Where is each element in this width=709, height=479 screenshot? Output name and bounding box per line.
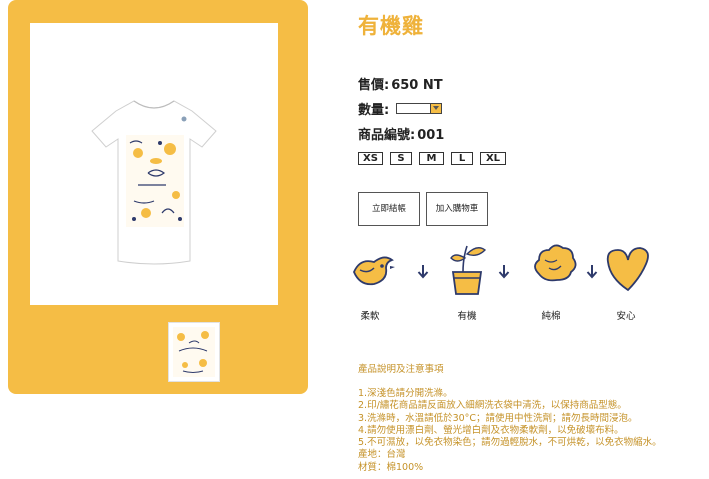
feature-label: 柔軟 [360,311,380,322]
feature-cotton: 純棉 [521,238,581,328]
quantity-select[interactable] [396,103,442,114]
arrow-down-icon [498,265,510,279]
buy-now-button[interactable]: 立即結帳 [358,192,420,226]
chevron-down-icon[interactable] [430,104,441,113]
quantity-row: 數量: [358,99,389,118]
feature-soft: 柔軟 [340,238,400,328]
size-option-m[interactable]: M [419,152,444,165]
feature-safe: 安心 [596,238,656,328]
price-value: 650 NT [391,78,443,93]
feature-organic: 有機 [437,238,497,328]
feature-label: 純棉 [541,311,561,322]
quantity-label: 數量: [358,103,390,118]
product-code-row: 商品編號: 001 [358,124,444,143]
product-code-label: 商品編號: [358,128,416,143]
chick-icon [353,256,395,286]
description-line: 5.不可濕放，以免衣物染色；請勿過輕脫水，不可烘乾，以免衣物縮水。 [358,437,662,449]
product-main-image[interactable] [30,23,278,305]
feature-label: 安心 [616,311,636,322]
thumbnail-image[interactable] [168,322,220,382]
arrow-down-icon [417,265,429,279]
size-option-xs[interactable]: XS [358,152,383,165]
size-selector: XS S M L XL [358,152,506,165]
price-row: 售價: 650 NT [358,74,443,93]
size-option-s[interactable]: S [390,152,412,165]
feature-label: 有機 [457,311,477,322]
price-label: 售價: [358,78,390,93]
add-to-cart-button[interactable]: 加入購物車 [426,192,488,226]
description-text: 1.深淺色請分開洗滌。 2.印/繡花商品請反面放入細網洗衣袋中清洗，以保持商品型… [358,388,662,474]
size-option-l[interactable]: L [451,152,473,165]
print-thumbnail [173,327,215,377]
product-code-value: 001 [417,128,445,143]
description-line: 3.洗滌時，水溫請低於30°C；請使用中性洗劑；請勿長時間浸泡。 [358,412,638,424]
description-line: 4.請勿使用漂白劑、螢光增白劑及衣物柔軟劑，以免破壞布料。 [358,424,624,436]
cotton-icon [534,244,577,282]
heart-icon [606,247,649,292]
description-line: 材質：棉100% [358,461,424,473]
size-option-xl[interactable]: XL [480,152,506,165]
product-title: 有機雞 [358,14,424,38]
description-line: 1.深淺色請分開洗滌。 [358,388,453,399]
description-line: 產地：台灣 [358,449,406,461]
tshirt-image [91,100,217,265]
description-title: 產品說明及注意事項 [358,364,444,375]
sprout-pot-icon [450,245,487,295]
description-line: 2.印/繡花商品請反面放入細網洗衣袋中清洗，以保持商品型態。 [358,400,627,412]
